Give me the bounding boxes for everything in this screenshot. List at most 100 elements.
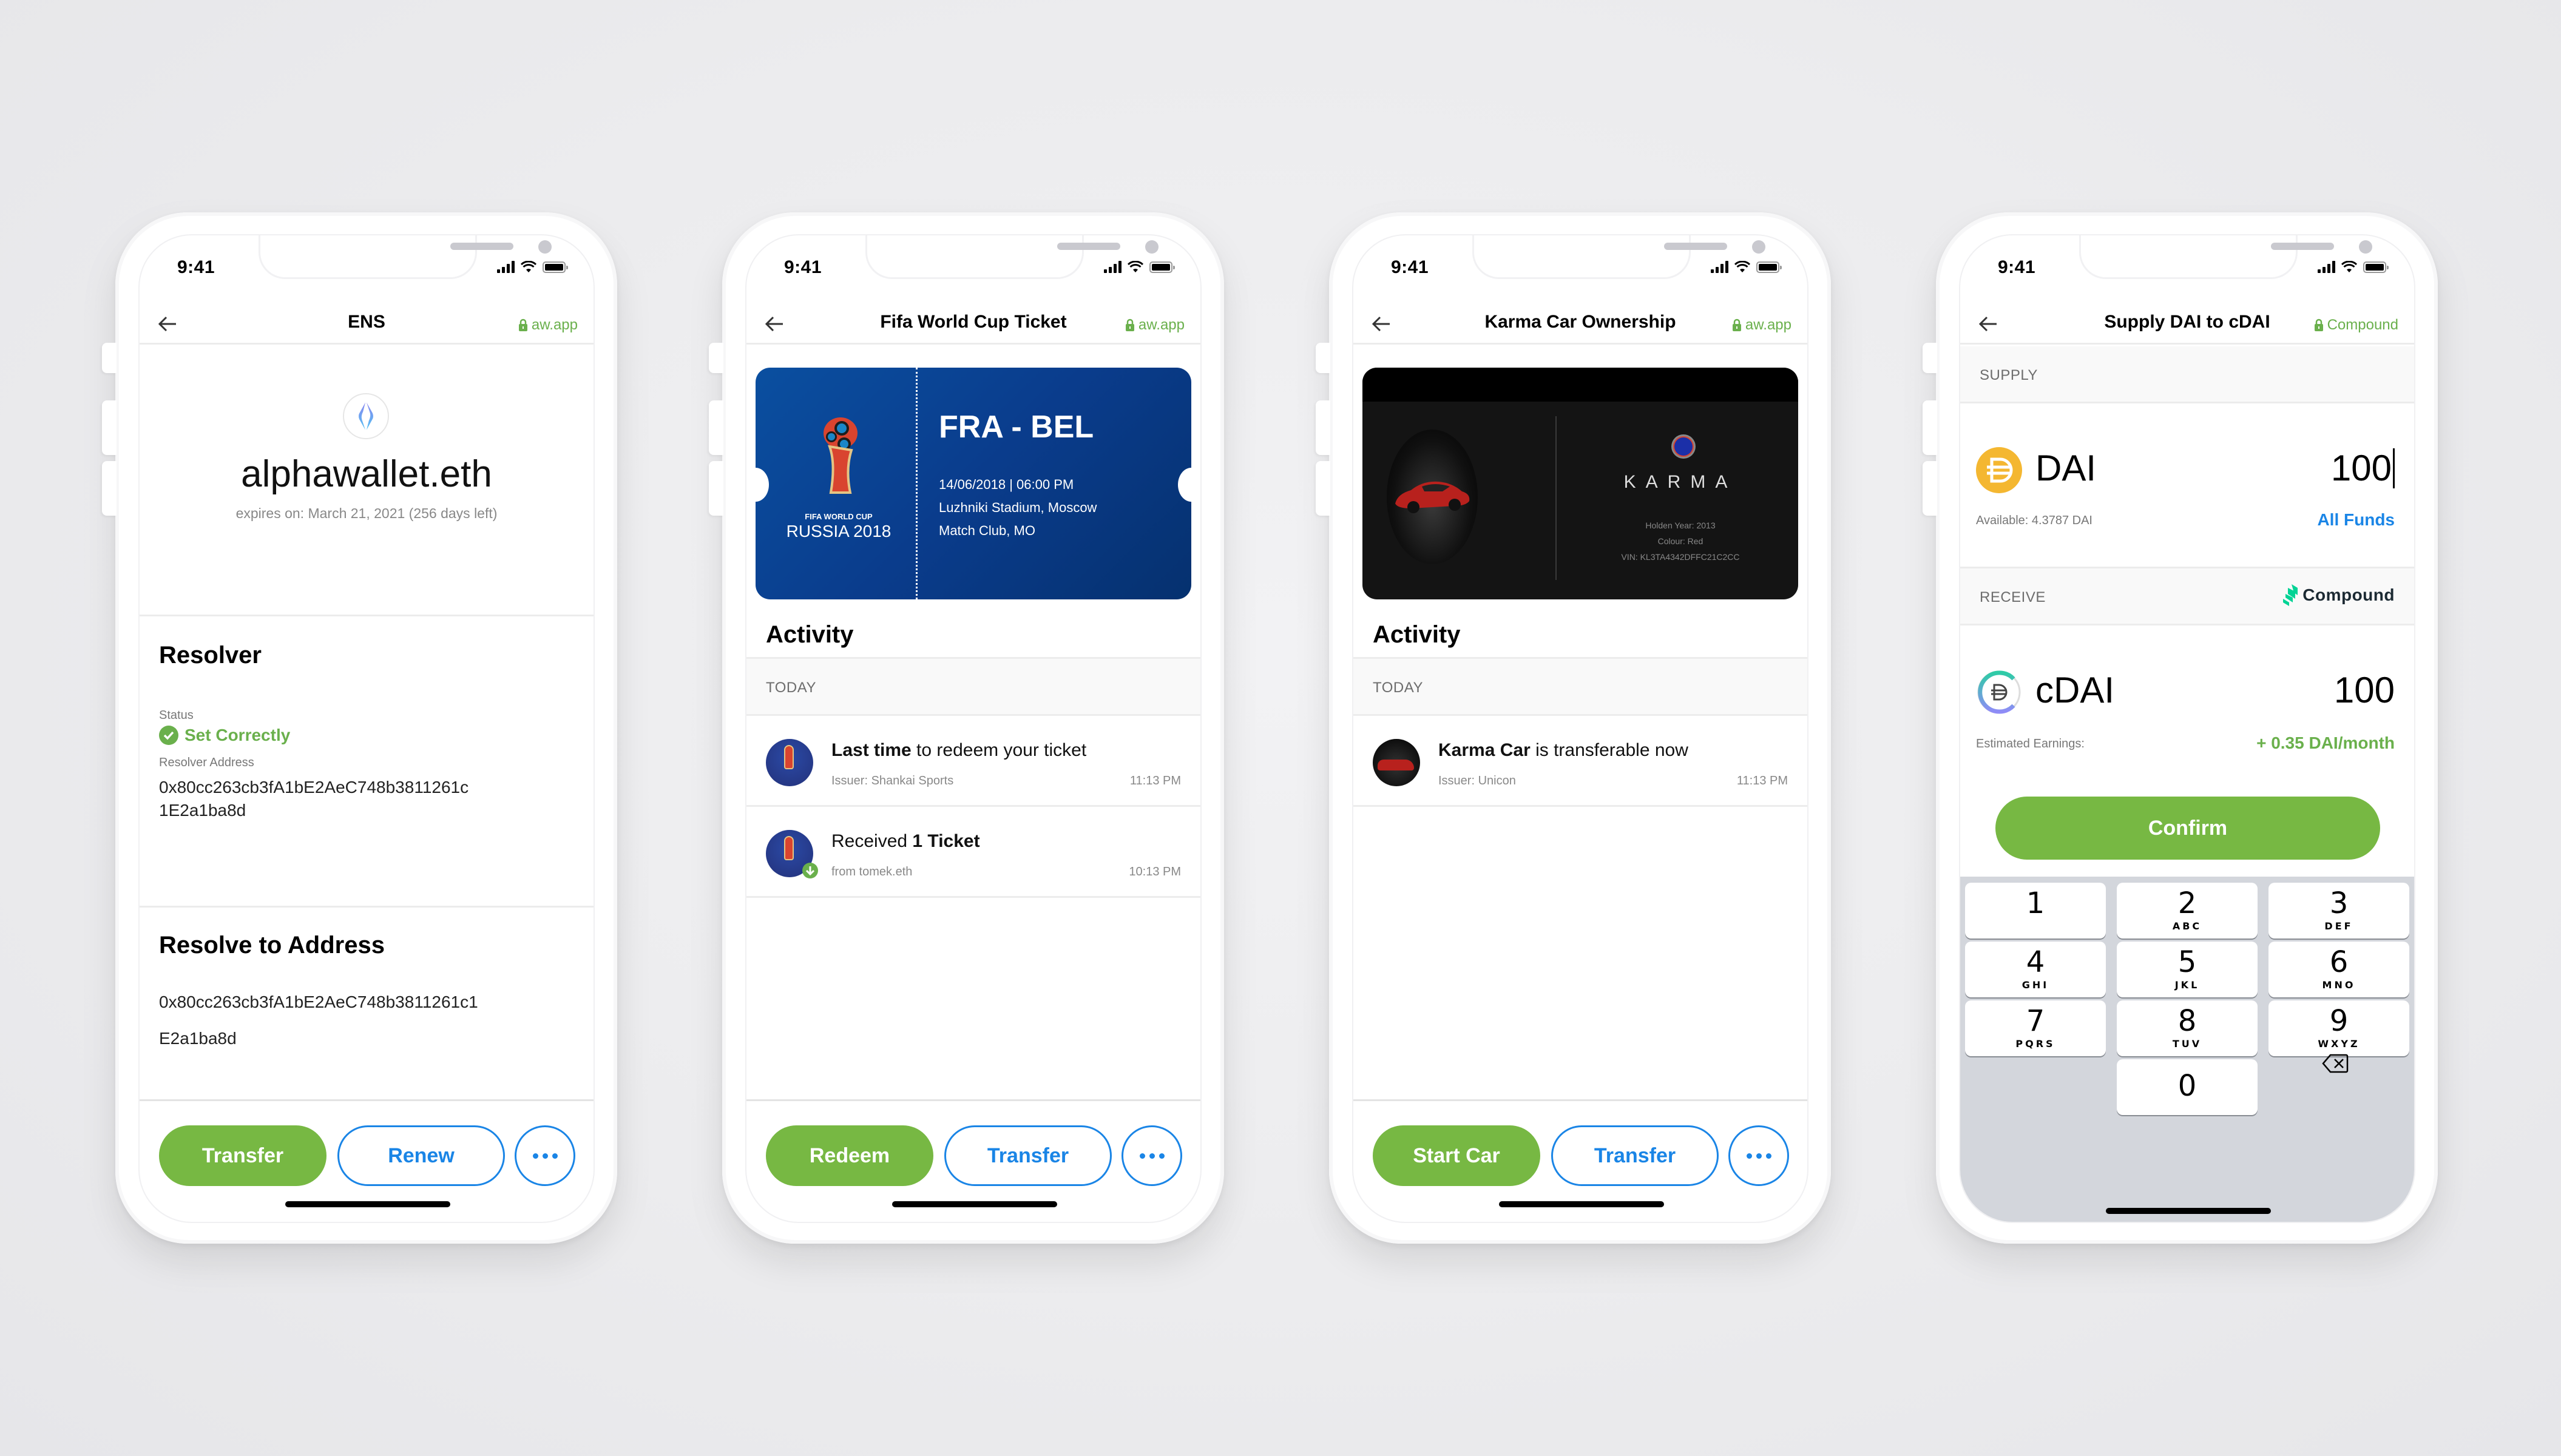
ticket-avatar [766, 739, 813, 786]
check-circle-icon [159, 726, 178, 745]
home-indicator[interactable] [285, 1201, 450, 1207]
origin-badge: Compound [2314, 317, 2398, 334]
status-text: Set Correctly [184, 726, 291, 744]
notch [2079, 235, 2372, 279]
nav-bar: Fifa World Cup Ticket aw.app [746, 302, 1200, 345]
keypad-key-7[interactable]: 7 PQRS [1965, 1000, 2106, 1056]
activity-item[interactable]: Received 1 Ticket from tomek.eth 10:13 P… [746, 807, 1200, 898]
supply-amount: 100 [2330, 448, 2392, 488]
transfer-button[interactable]: Transfer [944, 1125, 1112, 1186]
nav-bar: Supply DAI to cDAI Compound [1960, 302, 2414, 345]
more-button[interactable] [1728, 1125, 1789, 1186]
key-digit: 7 [2026, 1004, 2045, 1038]
phone-karma-car: 9:41 Karma Car Ownership aw.app KARMA Ho… [1316, 212, 1831, 1244]
cdai-token-icon [1977, 670, 2021, 714]
card-divider [1555, 416, 1557, 580]
screen: 9:41 Karma Car Ownership aw.app KARMA Ho… [1352, 234, 1808, 1223]
signal-icon [2318, 261, 2335, 273]
match-venue: Luzhniki Stadium, Moscow [939, 500, 1097, 515]
resolve-to-section: Resolve to Address 0x80cc263cb3fA1bE2AeC… [140, 908, 594, 1099]
home-indicator[interactable] [2106, 1208, 2271, 1214]
volume-down-button [102, 461, 117, 516]
activity-time: 10:13 PM [1129, 865, 1181, 878]
car-card[interactable]: KARMA Holden Year: 2013 Colour: Red VIN:… [1362, 368, 1798, 599]
signal-icon [1104, 261, 1121, 273]
key-digit: 4 [2026, 945, 2045, 979]
activity-time: 11:13 PM [1736, 774, 1788, 787]
supply-amount-input[interactable]: 100 [2331, 447, 2395, 489]
origin-badge: aw.app [518, 317, 578, 334]
lock-icon [1125, 318, 1134, 331]
wifi-icon [1128, 261, 1143, 272]
car-icon [1395, 481, 1470, 513]
battery-icon [1756, 261, 1782, 273]
backspace-icon[interactable] [2322, 1054, 2349, 1073]
renew-button[interactable]: Renew [337, 1125, 505, 1186]
all-funds-button[interactable]: All Funds [2317, 510, 2395, 530]
receive-label: RECEIVE [1980, 589, 2046, 605]
status-icons [1711, 261, 1782, 273]
keypad-key-2[interactable]: 2 ABC [2117, 883, 2258, 939]
volume-up-button [102, 400, 117, 455]
key-letters: WXYZ [2318, 1038, 2360, 1050]
ens-header: alphawallet.eth expires on: March 21, 20… [140, 346, 594, 616]
compound-logo-icon [2283, 584, 2298, 606]
keypad-key-4[interactable]: 4 GHI [1965, 942, 2106, 997]
keypad-key-6[interactable]: 6 MNO [2268, 942, 2409, 997]
earnings-value: + 0.35 DAI/month [2256, 733, 2395, 752]
dai-token-icon [1976, 447, 2022, 493]
battery-icon [543, 261, 568, 273]
volume-up-button [1316, 400, 1330, 455]
action-bar: Redeem Transfer [746, 1099, 1200, 1196]
more-dot-icon [1139, 1153, 1145, 1159]
ens-logo [343, 393, 389, 439]
ticket-card[interactable]: FIFA WORLD CUP RUSSIA 2018 FRA - BEL 14/… [756, 368, 1191, 599]
keypad-key-3[interactable]: 3 DEF [2268, 883, 2409, 939]
keypad-key-9[interactable]: 9 WXYZ [2268, 1000, 2409, 1056]
screen: 9:41 ENS aw.app alphawallet.eth expires … [138, 234, 595, 1223]
compound-brand: Compound [2282, 583, 2395, 607]
wifi-icon [2341, 261, 2357, 272]
resolve-to-address-line1: 0x80cc263cb3fA1bE2AeC748b3811261c1 [159, 993, 478, 1011]
origin-text: Compound [2327, 317, 2398, 333]
origin-text: aw.app [531, 317, 578, 333]
home-indicator[interactable] [892, 1201, 1057, 1207]
ticket-avatar [766, 830, 818, 878]
home-indicator[interactable] [1499, 1201, 1664, 1207]
car-vin: VIN: KL3TA4342DFFC21C2CC [1621, 552, 1740, 562]
nav-bar: ENS aw.app [140, 302, 594, 345]
transfer-button[interactable]: Transfer [159, 1125, 326, 1186]
start-car-button[interactable]: Start Car [1373, 1125, 1540, 1186]
more-button[interactable] [1121, 1125, 1182, 1186]
match-club: Match Club, MO [939, 523, 1035, 538]
activity-item[interactable]: Last time to redeem your ticket Issuer: … [746, 716, 1200, 807]
keypad-key-1[interactable]: 1 [1965, 883, 2106, 939]
activity-item[interactable]: Karma Car is transferable now Issuer: Un… [1353, 716, 1807, 807]
resolver-address-line1: 0x80cc263cb3fA1bE2AeC748b3811261c [159, 778, 469, 797]
activity-time: 11:13 PM [1129, 774, 1181, 787]
match-title: FRA - BEL [939, 410, 1094, 445]
resolver-heading: Resolver [159, 642, 262, 669]
more-button[interactable] [515, 1125, 575, 1186]
receive-header: RECEIVE Compound [1960, 568, 2414, 625]
more-dot-icon [1746, 1153, 1752, 1159]
resolver-section: Resolver Status Set Correctly Resolver A… [140, 616, 594, 908]
received-arrow-icon [802, 863, 818, 878]
redeem-button[interactable]: Redeem [766, 1125, 933, 1186]
key-letters: JKL [2174, 979, 2200, 991]
keypad-key-5[interactable]: 5 JKL [2117, 942, 2258, 997]
activity-subtitle: Issuer: Shankai Sports [831, 774, 954, 787]
mute-switch [1316, 343, 1330, 373]
car-year: Holden Year: 2013 [1645, 521, 1716, 530]
group-label: TODAY [766, 679, 816, 696]
keypad-key-0[interactable]: 0 [2117, 1059, 2258, 1115]
supply-header: SUPPLY [1960, 346, 2414, 403]
key-digit: 2 [2177, 886, 2197, 920]
transfer-button[interactable]: Transfer [1551, 1125, 1719, 1186]
mute-switch [709, 343, 723, 373]
confirm-button[interactable]: Confirm [1995, 797, 2380, 860]
signal-icon [497, 261, 515, 273]
status-value: Set Correctly [159, 726, 290, 745]
keypad-key-8[interactable]: 8 TUV [2117, 1000, 2258, 1056]
phone-ens: 9:41 ENS aw.app alphawallet.eth expires … [102, 212, 617, 1244]
